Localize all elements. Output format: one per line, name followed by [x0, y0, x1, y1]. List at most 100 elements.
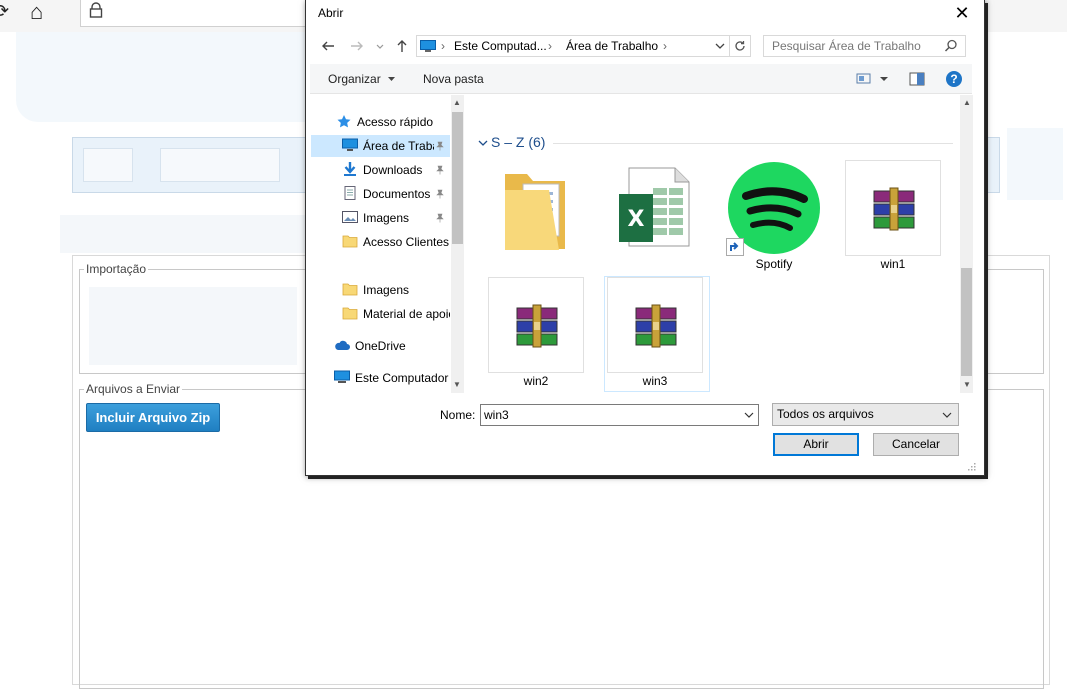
page-nav-strip [72, 137, 306, 193]
view-options-button[interactable] [856, 72, 892, 86]
pin-icon [435, 189, 445, 202]
home-icon[interactable]: ⌂ [30, 0, 43, 25]
address-separator: › [441, 39, 445, 53]
nav-quick-access[interactable]: Acesso rápido [336, 111, 456, 133]
new-folder-button[interactable]: Nova pasta [423, 72, 484, 86]
svg-text:X: X [628, 207, 645, 232]
nav-item-imagens-folder[interactable]: Imagens [342, 279, 450, 301]
back-arrow-icon[interactable] [320, 38, 336, 54]
winrar-archive-icon [635, 304, 677, 348]
file-tile-excel[interactable]: X [607, 160, 701, 254]
nav-item-label: Imagens [363, 211, 410, 225]
address-bar[interactable]: › Este Computad... › Área de Trabalho › [416, 35, 730, 57]
address-bar[interactable] [80, 0, 306, 27]
recent-chevron-icon[interactable] [374, 38, 386, 54]
importacao-legend: Importação [84, 262, 149, 276]
nav-item-acesso-clientes[interactable]: Acesso Clientes [342, 231, 450, 253]
pin-icon [435, 213, 445, 226]
nav-quick-access-label: Acesso rápido [357, 115, 434, 129]
lock-icon [89, 2, 103, 18]
up-arrow-icon[interactable] [394, 38, 410, 54]
filename-label: Nome: [440, 408, 476, 422]
chevron-down-icon[interactable] [942, 410, 952, 420]
nav-item-label: Documentos [363, 187, 431, 201]
search-placeholder: Pesquisar Área de Trabalho [772, 39, 921, 53]
nav-this-pc-label: Este Computador [355, 371, 449, 385]
search-icon [944, 39, 958, 53]
desktop-icon [342, 137, 358, 151]
nav-item-label: Downloads [363, 163, 423, 177]
file-tile-win3[interactable] [607, 277, 703, 373]
filename-input[interactable]: win3 [480, 404, 759, 426]
nav-this-pc[interactable]: Este Computador [334, 367, 450, 389]
nav-scrollbar-thumb[interactable] [452, 112, 463, 244]
nav-cell[interactable] [83, 148, 133, 182]
address-segment-desktop[interactable]: Área de Trabalho [566, 39, 658, 53]
winrar-archive-icon [516, 304, 558, 348]
page-section-bar [60, 215, 306, 253]
image-icon [342, 209, 358, 223]
file-tile-folder[interactable] [489, 160, 583, 254]
scroll-up-icon[interactable]: ▲ [961, 98, 973, 107]
import-area [89, 287, 297, 365]
address-dropdown-icon[interactable] [713, 39, 727, 53]
file-tile-win1[interactable] [845, 160, 941, 256]
download-icon [342, 161, 358, 176]
nav-item-material-de-apoio[interactable]: Material de apoio [342, 303, 450, 325]
nav-item-label: Área de Trabalho [363, 139, 434, 153]
address-separator: › [548, 39, 552, 53]
cloud-icon [334, 337, 350, 351]
folder-icon [505, 174, 565, 250]
nav-onedrive[interactable]: OneDrive [334, 335, 454, 357]
nav-item-desktop[interactable]: Área de Trabalho [342, 135, 434, 157]
scroll-down-icon[interactable]: ▼ [451, 380, 463, 389]
organize-button[interactable]: Organizar [328, 72, 396, 86]
nav-item-images[interactable]: Imagens [342, 207, 434, 229]
filename-value: win3 [484, 408, 509, 422]
search-input[interactable]: Pesquisar Área de Trabalho [763, 35, 966, 57]
cancel-button[interactable]: Cancelar [873, 433, 959, 456]
dialog-title: Abrir [318, 6, 344, 20]
chevron-down-icon[interactable] [744, 410, 754, 420]
file-type-value: Todos os arquivos [777, 407, 874, 421]
pin-icon [435, 165, 445, 178]
nav-item-downloads[interactable]: Downloads [342, 159, 434, 181]
include-zip-button[interactable]: Incluir Arquivo Zip [86, 403, 220, 432]
nav-item-documents[interactable]: Documentos [342, 183, 434, 205]
preview-pane-icon[interactable] [909, 72, 925, 86]
file-label: win3 [642, 374, 668, 388]
close-icon[interactable]: ✕ [953, 4, 971, 22]
file-label: win2 [523, 374, 549, 388]
scroll-up-icon[interactable]: ▲ [451, 98, 463, 107]
address-segment-computer[interactable]: Este Computad... [454, 39, 547, 53]
refresh-icon[interactable] [730, 35, 751, 57]
file-tile-win2[interactable] [488, 277, 584, 373]
refresh-icon[interactable]: ⟳ [0, 1, 9, 22]
page-banner [16, 32, 306, 122]
group-divider [553, 143, 953, 144]
file-label: Spotify [755, 257, 793, 271]
star-icon [336, 113, 352, 128]
organize-label: Organizar [328, 72, 381, 86]
open-button[interactable]: Abrir [773, 433, 859, 456]
document-icon [342, 185, 358, 200]
scroll-down-icon[interactable]: ▼ [961, 380, 973, 389]
resize-grip-icon[interactable] [966, 460, 976, 471]
help-icon[interactable]: ? [946, 71, 962, 87]
forward-arrow-icon[interactable] [349, 38, 365, 54]
nav-cell[interactable] [160, 148, 280, 182]
group-collapse-icon[interactable] [478, 137, 488, 147]
page-side-block [1007, 128, 1063, 200]
nav-item-label: Acesso Clientes [363, 235, 450, 249]
nav-onedrive-label: OneDrive [355, 339, 406, 353]
file-type-filter[interactable]: Todos os arquivos [772, 403, 959, 426]
computer-icon [334, 369, 350, 383]
pin-icon [435, 141, 445, 154]
folder-icon [342, 305, 358, 320]
arquivos-legend: Arquivos a Enviar [84, 382, 183, 396]
excel-file-icon: X [619, 167, 690, 247]
folder-icon [342, 233, 358, 248]
shortcut-arrow-icon [726, 238, 744, 256]
files-scrollbar-thumb[interactable] [961, 268, 972, 376]
group-header[interactable]: S – Z (6) [491, 134, 545, 150]
